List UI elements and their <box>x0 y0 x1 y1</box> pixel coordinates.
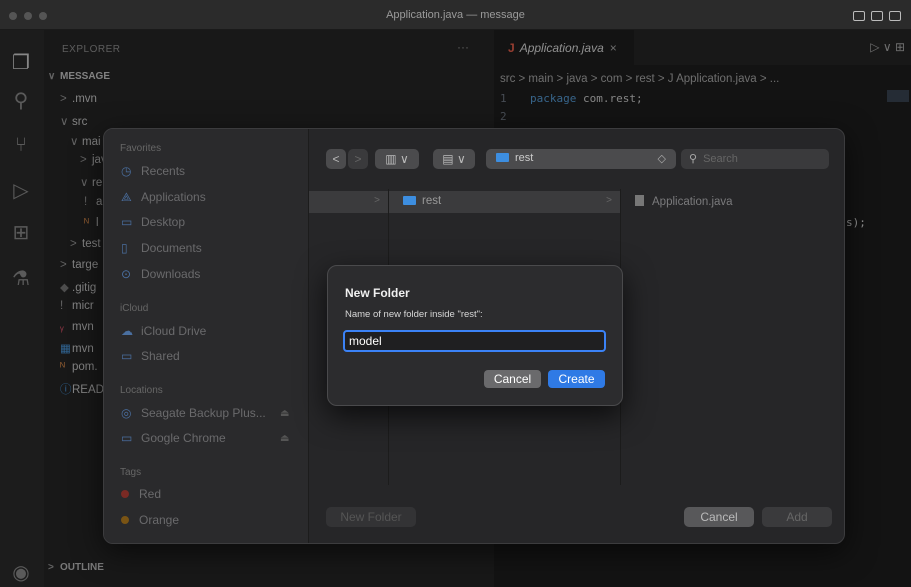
dialog-sidebar: Favorites ◷ Recents ⟁ Applications ▭ Deskto… <box>104 129 309 543</box>
applications-icon: ⟁ <box>121 190 132 204</box>
sidebar-item-icloud-drive[interactable]: ☁ iCloud Drive <box>121 324 206 338</box>
disk-icon: ◎ <box>121 406 132 420</box>
browser-column-3: Application.java <box>621 189 844 485</box>
view-columns-button[interactable]: ▥ ∨ <box>375 149 419 169</box>
toggle-secondary-sidebar-icon[interactable] <box>889 11 901 21</box>
sheet-title: New Folder <box>345 286 410 300</box>
download-icon: ⊙ <box>121 267 132 281</box>
column-row-selected[interactable]: > <box>309 191 388 213</box>
toggle-sidebar-icon[interactable] <box>853 11 865 21</box>
new-folder-sheet: New Folder Name of new folder inside "re… <box>327 265 623 406</box>
title-bar: Application.java — message <box>0 0 911 30</box>
sidebar-item-recents[interactable]: ◷ Recents <box>121 164 185 178</box>
sidebar-item-seagate[interactable]: ◎ Seagate Backup Plus... <box>121 406 266 420</box>
tag-orange[interactable]: Orange <box>121 513 179 527</box>
sidebar-item-downloads[interactable]: ⊙ Downloads <box>121 267 200 281</box>
window-title: Application.java — message <box>386 9 525 21</box>
back-button[interactable]: < <box>326 149 346 169</box>
favorites-header: Favorites <box>120 143 162 154</box>
folder-name-label: Name of new folder inside "rest": <box>345 309 483 320</box>
file-icon <box>635 195 644 206</box>
sheet-cancel-button[interactable]: Cancel <box>484 370 541 388</box>
new-folder-button[interactable]: New Folder <box>326 507 416 527</box>
disk-icon: ▭ <box>121 431 133 445</box>
search-input[interactable]: ⚲ Search <box>681 149 829 169</box>
sidebar-item-applications[interactable]: ⟁ Applications <box>121 190 206 205</box>
folder-icon <box>496 153 509 162</box>
cloud-icon: ☁ <box>121 324 133 338</box>
sidebar-item-documents[interactable]: ▯ Documents <box>121 241 202 255</box>
chevron-right-icon: > <box>374 195 380 206</box>
group-by-button[interactable]: ▤ ∨ <box>433 149 475 169</box>
create-button[interactable]: Create <box>548 370 605 388</box>
folder-name-input[interactable]: model <box>343 330 606 352</box>
sidebar-item-desktop[interactable]: ▭ Desktop <box>121 215 185 229</box>
folder-icon <box>403 196 416 205</box>
cancel-button[interactable]: Cancel <box>684 507 754 527</box>
eject-icon[interactable]: ⏏ <box>280 408 289 419</box>
chevron-right-icon: > <box>606 195 612 206</box>
clock-icon: ◷ <box>121 164 132 178</box>
locations-header: Locations <box>120 385 163 396</box>
document-icon: ▯ <box>121 241 128 255</box>
tag-red[interactable]: Red <box>121 487 161 501</box>
desktop-icon: ▭ <box>121 215 133 229</box>
dialog-footer: New Folder Cancel Add <box>309 485 844 543</box>
tag-dot-icon <box>121 490 129 498</box>
sidebar-item-shared[interactable]: ▭ Shared <box>121 349 180 363</box>
search-icon: ⚲ <box>689 153 698 165</box>
eject-icon[interactable]: ⏏ <box>280 433 289 444</box>
icloud-header: iCloud <box>120 303 149 314</box>
tag-dot-icon <box>121 516 129 524</box>
file-row-application-java[interactable]: Application.java <box>621 191 844 213</box>
shared-folder-icon: ▭ <box>121 349 133 363</box>
chevron-updown-icon: ◇ <box>657 153 666 165</box>
dialog-toolbar: < > ▥ ∨ ▤ ∨ rest ◇ ⚲ Search <box>309 129 844 189</box>
path-selector[interactable]: rest ◇ <box>486 149 676 169</box>
tags-header: Tags <box>120 467 142 478</box>
sidebar-item-google-chrome[interactable]: ▭ Google Chrome <box>121 431 226 445</box>
toggle-panel-icon[interactable] <box>871 11 883 21</box>
folder-row-rest[interactable]: rest > <box>389 191 620 213</box>
forward-button[interactable]: > <box>348 149 368 169</box>
add-button[interactable]: Add <box>762 507 832 527</box>
